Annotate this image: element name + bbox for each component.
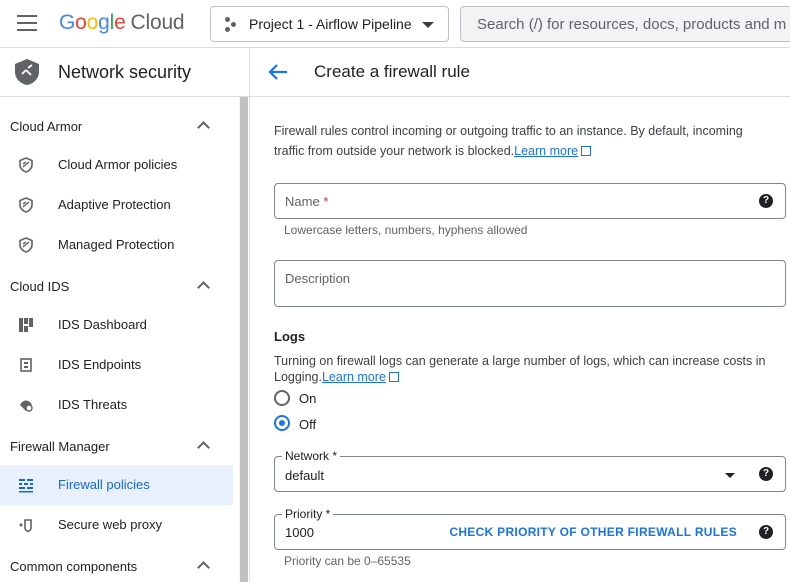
priority-field[interactable]: Priority * CHECK PRIORITY OF OTHER FIREW… (274, 507, 786, 550)
page-title: Create a firewall rule (314, 62, 470, 81)
dashboard-icon (19, 318, 33, 332)
scrollbar-thumb[interactable] (240, 97, 248, 582)
google-cloud-logo[interactable]: Google Cloud (59, 11, 185, 35)
shield-icon (19, 237, 33, 253)
group-label: Common components (10, 559, 138, 574)
project-icon (225, 17, 239, 33)
sidebar-item-label: Firewall policies (58, 477, 150, 492)
group-label: Cloud Armor (10, 119, 83, 134)
sidebar-header: Network security (0, 48, 249, 97)
chevron-up-icon (197, 281, 210, 294)
network-select[interactable]: Network * default ? (274, 449, 786, 492)
sidebar-item-firewall-policies[interactable]: Firewall policies (0, 465, 233, 505)
shield-icon (19, 197, 33, 213)
group-label: Cloud IDS (10, 279, 70, 294)
sidebar-item-managed-protection[interactable]: Managed Protection (0, 225, 233, 265)
description-text: Firewall rules control incoming or outgo… (274, 124, 743, 158)
name-hint: Lowercase letters, numbers, hyphens allo… (284, 223, 528, 237)
group-firewall-manager[interactable]: Firewall Manager (0, 427, 239, 467)
sidebar-item-ids-dashboard[interactable]: IDS Dashboard (0, 305, 233, 345)
dropdown-arrow-icon (725, 473, 735, 478)
project-name: Project 1 - Airflow Pipeline (249, 16, 412, 32)
page-description: Firewall rules control incoming or outgo… (274, 121, 774, 161)
main-content: Create a firewall rule Firewall rules co… (250, 48, 790, 582)
threat-icon (20, 400, 33, 412)
priority-input[interactable] (275, 515, 455, 549)
external-link-icon (388, 372, 399, 382)
chevron-down-icon (422, 22, 434, 28)
chevron-up-icon (197, 441, 210, 454)
chevron-up-icon (197, 121, 210, 134)
logo-google-text: Google (59, 11, 126, 34)
sidebar-item-label: IDS Threats (58, 397, 128, 412)
sidebar-item-label: Adaptive Protection (58, 197, 171, 212)
logs-learn-more-link[interactable]: Learn more (322, 370, 386, 384)
description-field[interactable] (274, 260, 786, 307)
group-common-components[interactable]: Common components (0, 547, 239, 582)
check-priority-button[interactable]: CHECK PRIORITY OF OTHER FIREWALL RULES (449, 525, 737, 539)
sidebar-item-secure-web-proxy[interactable]: Secure web proxy (0, 505, 233, 545)
help-icon[interactable]: ? (759, 525, 773, 539)
sidebar-item-label: Cloud Armor policies (58, 157, 178, 172)
priority-hint: Priority can be 0–65535 (284, 554, 411, 568)
sidebar-item-ids-endpoints[interactable]: IDS Endpoints (0, 345, 233, 385)
sidebar-item-label: IDS Endpoints (58, 357, 142, 372)
logs-off-radio[interactable] (274, 415, 290, 431)
sidebar-scrollbar[interactable] (239, 97, 248, 582)
sidebar-title: Network security (58, 62, 192, 82)
chevron-up-icon (197, 561, 210, 574)
sidebar-item-cloud-armor-policies[interactable]: Cloud Armor policies (0, 145, 233, 185)
external-link-icon (581, 146, 592, 156)
main-menu-icon[interactable] (17, 15, 37, 31)
top-bar: Google Cloud Project 1 - Airflow Pipeline (0, 0, 790, 48)
network-label: Network * (282, 449, 341, 463)
sidebar-item-label: Secure web proxy (58, 517, 163, 532)
sidebar-item-adaptive-protection[interactable]: Adaptive Protection (0, 185, 233, 225)
project-selector[interactable]: Project 1 - Airflow Pipeline (210, 6, 449, 42)
search-input[interactable] (461, 7, 790, 41)
firewall-icon (19, 479, 33, 493)
logs-title: Logs (274, 329, 306, 344)
sidebar-item-label: IDS Dashboard (58, 317, 147, 332)
name-field[interactable]: Name * ? (274, 183, 786, 219)
search-box[interactable] (460, 6, 790, 42)
network-security-icon (15, 59, 39, 85)
help-icon[interactable]: ? (759, 467, 773, 481)
name-input[interactable] (275, 184, 785, 218)
back-arrow-icon[interactable] (267, 62, 289, 82)
page-header: Create a firewall rule (250, 48, 790, 97)
help-icon[interactable]: ? (759, 194, 773, 208)
logo-cloud-text: Cloud (130, 11, 185, 34)
logs-off-label: Off (299, 417, 317, 432)
network-value: default (285, 468, 325, 483)
logs-on-label: On (299, 391, 317, 406)
group-cloud-ids[interactable]: Cloud IDS (0, 267, 239, 307)
sidebar-item-ids-threats[interactable]: IDS Threats (0, 385, 233, 425)
learn-more-link[interactable]: Learn more (514, 144, 578, 158)
shield-icon (19, 157, 33, 173)
proxy-icon (19, 519, 32, 533)
logs-description: Turning on firewall logs can generate a … (274, 353, 774, 385)
group-label: Firewall Manager (10, 439, 110, 454)
description-input[interactable] (275, 261, 785, 306)
logs-on-radio[interactable] (274, 390, 290, 406)
sidebar: Network security Cloud Armor Cloud Armor… (0, 48, 250, 582)
sidebar-item-label: Managed Protection (58, 237, 175, 252)
endpoint-icon (20, 358, 32, 372)
group-cloud-armor[interactable]: Cloud Armor (0, 107, 239, 147)
